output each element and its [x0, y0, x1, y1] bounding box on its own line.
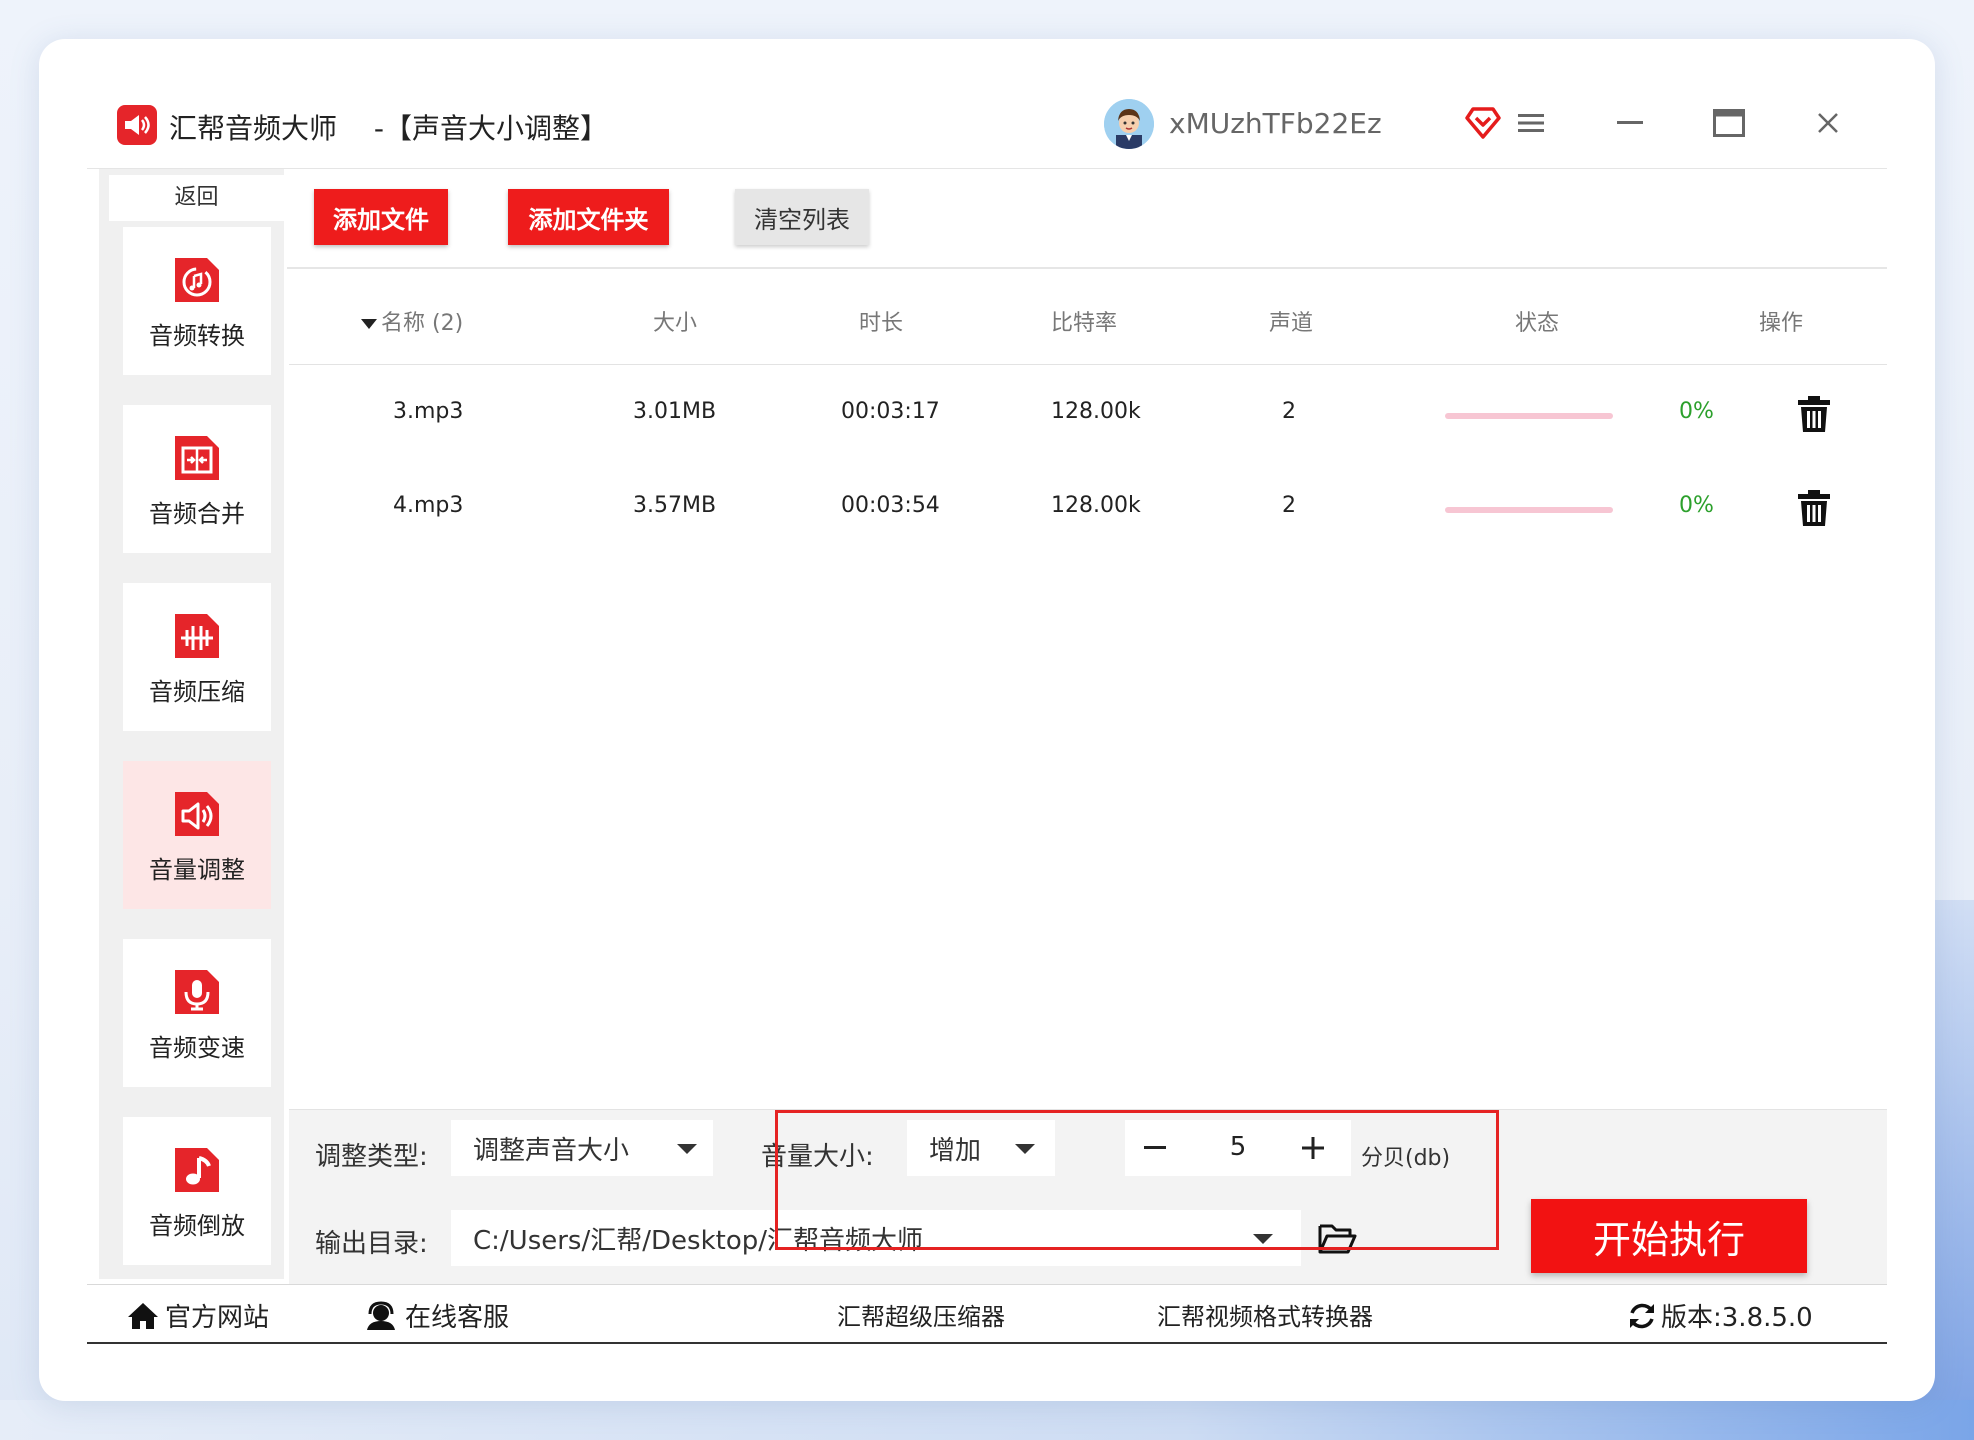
official-website-label: 官方网站 [165, 1303, 270, 1333]
sidebar-item-audio-compress[interactable]: 音频压缩 [123, 583, 271, 731]
column-header-status: 状态 [1515, 311, 1560, 336]
output-dir-value: C:/Users/汇帮/Desktop/汇帮音频大师 [473, 1225, 923, 1256]
version-label: 版本:3.8.5.0 [1661, 1303, 1813, 1333]
minus-icon[interactable] [1135, 1126, 1175, 1170]
avatar[interactable] [1104, 99, 1154, 149]
file-channels: 2 [1282, 399, 1296, 424]
sort-down-icon [361, 319, 377, 329]
file-duration: 00:03:54 [841, 493, 940, 518]
column-header-channels[interactable]: 声道 [1269, 305, 1313, 337]
volume-unit: 分贝(db) [1361, 1146, 1451, 1171]
plus-icon[interactable] [1293, 1126, 1333, 1170]
audio-merge-icon [175, 435, 219, 480]
file-channels: 2 [1282, 493, 1296, 518]
audio-speed-icon [175, 969, 219, 1014]
adjust-type-label: 调整类型: [315, 1142, 428, 1172]
sidebar-item-label: 音频压缩 [149, 677, 245, 706]
headset-icon [367, 1300, 395, 1330]
sidebar-item-audio-merge[interactable]: 音频合并 [123, 405, 271, 553]
title-bar: 汇帮音频大师 -【声音大小调整】 xMUzhTFb22Ez [87, 79, 1887, 169]
file-duration: 00:03:17 [841, 399, 940, 424]
official-website-link[interactable]: 官方网站 [127, 1297, 269, 1334]
username[interactable]: xMUzhTFb22Ez [1169, 107, 1382, 140]
volume-label: 音量大小: [761, 1142, 874, 1172]
footer: 官方网站 在线客服 汇帮超级压缩器 汇帮视频格式转换器 版本:3.8.5.0 [87, 1284, 1887, 1344]
add-file-button[interactable]: 添加文件 [314, 189, 448, 245]
chevron-down-icon [1015, 1144, 1035, 1154]
vip-diamond-icon[interactable] [1465, 105, 1501, 141]
sidebar-item-label: 音频合并 [149, 499, 245, 528]
clear-list-button[interactable]: 清空列表 [735, 189, 869, 245]
refresh-icon [1630, 1303, 1654, 1328]
toolbar: 添加文件 添加文件夹 清空列表 [287, 169, 1887, 269]
progress-percent: 0% [1679, 493, 1714, 518]
app-window: 汇帮音频大师 -【声音大小调整】 xMUzhTFb22Ez 返回 音频转换 音频… [39, 39, 1935, 1401]
adjust-type-select[interactable]: 调整声音大小 [451, 1120, 713, 1176]
progress-bar [1445, 413, 1613, 419]
super-compressor-link[interactable]: 汇帮超级压缩器 [837, 1297, 1005, 1332]
trash-icon[interactable] [1797, 489, 1831, 527]
maximize-icon[interactable] [1707, 101, 1751, 145]
menu-icon[interactable] [1509, 101, 1553, 145]
file-size: 3.01MB [633, 399, 717, 424]
column-header-action: 操作 [1759, 311, 1804, 336]
volume-mode-select[interactable]: 增加 [907, 1120, 1055, 1176]
table-header: 名称 (2) 大小 时长 比特率 声道 状态 操作 [289, 269, 1887, 365]
sidebar-item-audio-reverse[interactable]: 音频倒放 [123, 1117, 271, 1265]
app-content: 汇帮音频大师 -【声音大小调整】 xMUzhTFb22Ez 返回 音频转换 音频… [87, 79, 1887, 1379]
start-button[interactable]: 开始执行 [1531, 1199, 1807, 1273]
home-icon [128, 1302, 158, 1329]
sidebar-item-volume-adjust[interactable]: 音量调整 [123, 761, 271, 909]
sidebar: 返回 音频转换 音频合并 音频压缩 音量调整 音频变速 音频倒放 [99, 169, 284, 1279]
file-name: 4.mp3 [393, 493, 464, 518]
audio-compress-icon [175, 613, 219, 658]
file-size: 3.57MB [633, 493, 717, 518]
background-decoration-bottom [0, 1400, 1974, 1440]
file-table: 名称 (2) 大小 时长 比特率 声道 状态 操作 3.mp3 3.01MB 0… [289, 269, 1887, 1109]
progress-percent: 0% [1679, 399, 1714, 424]
file-bitrate: 128.00k [1051, 493, 1141, 518]
app-name: 汇帮音频大师 [169, 112, 338, 145]
video-converter-link[interactable]: 汇帮视频格式转换器 [1157, 1297, 1373, 1332]
folder-open-icon[interactable] [1317, 1220, 1357, 1256]
file-bitrate: 128.00k [1051, 399, 1141, 424]
sidebar-item-label: 音频转换 [149, 321, 245, 350]
column-header-bitrate[interactable]: 比特率 [1051, 305, 1117, 337]
sidebar-item-label: 音频倒放 [149, 1211, 245, 1240]
online-support-label: 在线客服 [405, 1303, 510, 1333]
output-dir-label: 输出目录: [315, 1229, 428, 1259]
adjust-type-value: 调整声音大小 [473, 1135, 630, 1166]
chevron-down-icon [677, 1144, 697, 1154]
column-header-duration[interactable]: 时长 [859, 305, 903, 337]
audio-convert-icon [175, 257, 219, 302]
sidebar-item-audio-speed[interactable]: 音频变速 [123, 939, 271, 1087]
volume-adjust-icon [175, 791, 219, 836]
table-row[interactable]: 4.mp3 3.57MB 00:03:54 128.00k 2 0% [289, 463, 1887, 557]
chevron-down-icon [1253, 1234, 1273, 1244]
trash-icon[interactable] [1797, 395, 1831, 433]
sidebar-item-label: 音量调整 [149, 855, 245, 884]
column-header-name-label: 名称 (2) [381, 311, 464, 336]
audio-reverse-icon [175, 1147, 219, 1192]
column-header-name[interactable]: 名称 (2) [361, 305, 463, 337]
progress-bar [1445, 507, 1613, 513]
page-title: -【声音大小调整】 [373, 112, 609, 145]
volume-mode-value: 增加 [929, 1135, 982, 1166]
version-info[interactable]: 版本:3.8.5.0 [1627, 1297, 1813, 1334]
close-icon[interactable] [1806, 101, 1850, 145]
online-support-link[interactable]: 在线客服 [365, 1297, 509, 1334]
volume-value-input[interactable]: 5 [1185, 1132, 1291, 1162]
table-row[interactable]: 3.mp3 3.01MB 00:03:17 128.00k 2 0% [289, 369, 1887, 463]
back-button[interactable]: 返回 [109, 175, 284, 221]
file-name: 3.mp3 [393, 399, 464, 424]
sidebar-item-label: 音频变速 [149, 1033, 245, 1062]
add-folder-button[interactable]: 添加文件夹 [508, 189, 669, 245]
app-logo-icon [117, 105, 157, 145]
minimize-icon[interactable] [1608, 101, 1652, 145]
volume-stepper: 5 [1125, 1120, 1351, 1176]
column-header-size[interactable]: 大小 [653, 305, 697, 337]
sidebar-item-audio-convert[interactable]: 音频转换 [123, 227, 271, 375]
app-title: 汇帮音频大师 -【声音大小调整】 [169, 107, 608, 147]
output-dir-select[interactable]: C:/Users/汇帮/Desktop/汇帮音频大师 [451, 1210, 1301, 1266]
